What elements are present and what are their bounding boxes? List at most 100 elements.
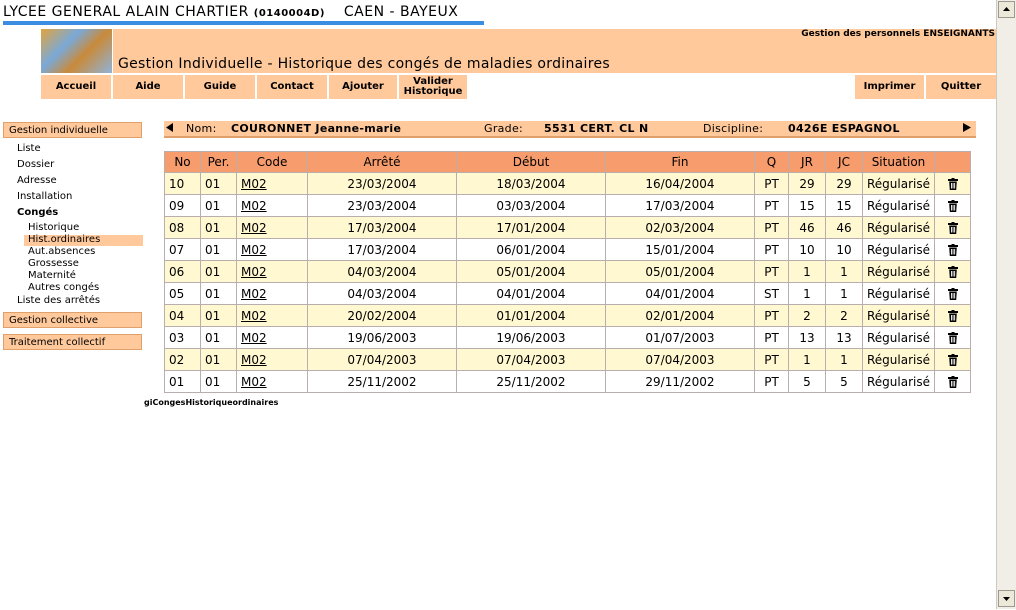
- nav-liste[interactable]: Liste: [17, 143, 41, 154]
- cell-code[interactable]: M02: [236, 260, 308, 283]
- trash-icon[interactable]: [947, 310, 958, 322]
- nav-grossesse[interactable]: Grossesse: [28, 258, 79, 269]
- cell-situation: Régularisé: [862, 304, 935, 327]
- cell-debut: 19/06/2003: [456, 326, 606, 349]
- grade-value: 5531 CERT. CL N: [544, 122, 649, 135]
- trash-icon[interactable]: [947, 376, 958, 388]
- cell-jr: 29: [788, 172, 826, 195]
- col-code: Code: [236, 151, 308, 173]
- cell-delete[interactable]: [934, 216, 971, 239]
- contact-button[interactable]: Contact: [257, 75, 327, 99]
- scroll-up-button[interactable]: [998, 1, 1015, 18]
- cell-code[interactable]: M02: [236, 304, 308, 327]
- scroll-down-button[interactable]: [998, 590, 1015, 607]
- cell-situation: Régularisé: [862, 260, 935, 283]
- cell-per: 01: [200, 260, 237, 283]
- trash-icon[interactable]: [947, 354, 958, 366]
- nav-gestion-individuelle[interactable]: Gestion individuelle: [3, 122, 142, 138]
- cell-jr: 1: [788, 348, 826, 371]
- nav-conges[interactable]: Congés: [17, 207, 58, 218]
- trash-icon[interactable]: [947, 288, 958, 300]
- cell-fin: 04/01/2004: [605, 282, 755, 305]
- nav-autres-conges[interactable]: Autres congés: [28, 282, 99, 293]
- nav-gestion-collective[interactable]: Gestion collective: [3, 312, 142, 328]
- table-header-row: No Per. Code Arrêté Début Fin Q JR JC Si…: [164, 151, 971, 173]
- cell-debut: 18/03/2004: [456, 172, 606, 195]
- trash-icon[interactable]: [947, 244, 958, 256]
- school-code: (0140004D): [253, 8, 325, 19]
- historique-label: Historique: [403, 86, 463, 97]
- nav-hist-ordinaires[interactable]: Hist.ordinaires: [28, 234, 100, 245]
- accueil-button[interactable]: Accueil: [41, 75, 111, 99]
- banner-subtitle: Gestion des personnels ENSEIGNANTS: [801, 29, 995, 39]
- trash-icon[interactable]: [947, 332, 958, 344]
- nav-dossier[interactable]: Dossier: [17, 159, 54, 170]
- nav-traitement-collectif[interactable]: Traitement collectif: [3, 334, 142, 350]
- cell-code[interactable]: M02: [236, 370, 308, 393]
- nav-adresse[interactable]: Adresse: [17, 175, 57, 186]
- trash-icon[interactable]: [947, 200, 958, 212]
- trash-icon[interactable]: [947, 222, 958, 234]
- nav-historique[interactable]: Historique: [28, 222, 79, 233]
- quitter-button[interactable]: Quitter: [926, 75, 996, 99]
- page-identifier: giCongesHistoriqueordinaires: [144, 398, 279, 407]
- nav-maternite[interactable]: Maternité: [28, 270, 76, 281]
- cell-per: 01: [200, 238, 237, 261]
- cell-jr: 5: [788, 370, 826, 393]
- trash-icon[interactable]: [947, 178, 958, 190]
- cell-situation: Régularisé: [862, 238, 935, 261]
- nav-installation[interactable]: Installation: [17, 191, 72, 202]
- cell-arrete: 17/03/2004: [307, 216, 457, 239]
- imprimer-button[interactable]: Imprimer: [855, 75, 924, 99]
- cell-jc: 2: [825, 304, 863, 327]
- cell-q: PT: [754, 194, 789, 217]
- cell-fin: 29/11/2002: [605, 370, 755, 393]
- cell-per: 01: [200, 348, 237, 371]
- valider-historique-button[interactable]: Valider Historique: [399, 75, 467, 99]
- cell-arrete: 23/03/2004: [307, 172, 457, 195]
- trash-icon[interactable]: [947, 266, 958, 278]
- cell-delete[interactable]: [934, 260, 971, 283]
- cell-delete[interactable]: [934, 348, 971, 371]
- cell-delete[interactable]: [934, 304, 971, 327]
- ajouter-button[interactable]: Ajouter: [329, 75, 397, 99]
- cell-jr: 46: [788, 216, 826, 239]
- header-photo: [41, 29, 112, 73]
- cell-no: 07: [164, 238, 201, 261]
- table-row: 04 01 M02 20/02/2004 01/01/2004 02/01/2004 PT 2…: [164, 304, 971, 327]
- cell-code[interactable]: M02: [236, 348, 308, 371]
- table-body: 10 01 M02 23/03/2004 18/03/2004 16/04/2004 PT 2…: [164, 172, 971, 393]
- cell-delete[interactable]: [934, 370, 971, 393]
- col-arrete: Arrêté: [307, 151, 457, 173]
- cell-q: PT: [754, 260, 789, 283]
- guide-button[interactable]: Guide: [185, 75, 255, 99]
- arrow-right-icon[interactable]: [963, 123, 971, 132]
- cell-no: 02: [164, 348, 201, 371]
- cell-fin: 01/07/2003: [605, 326, 755, 349]
- cell-delete[interactable]: [934, 326, 971, 349]
- cell-code[interactable]: M02: [236, 282, 308, 305]
- table-row: 08 01 M02 17/03/2004 17/01/2004 02/03/2004 PT 4…: [164, 216, 971, 239]
- nav-aut-absences[interactable]: Aut.absences: [28, 246, 95, 257]
- nav-liste-arretes[interactable]: Liste des arrêtés: [17, 295, 100, 306]
- cell-per: 01: [200, 304, 237, 327]
- vertical-scrollbar[interactable]: [996, 0, 1016, 609]
- cell-delete[interactable]: [934, 172, 971, 195]
- cell-code[interactable]: M02: [236, 194, 308, 217]
- table-row: 03 01 M02 19/06/2003 19/06/2003 01/07/2003 PT 1…: [164, 326, 971, 349]
- cell-fin: 02/03/2004: [605, 216, 755, 239]
- cell-arrete: 23/03/2004: [307, 194, 457, 217]
- cell-code[interactable]: M02: [236, 216, 308, 239]
- cell-code[interactable]: M02: [236, 326, 308, 349]
- cell-code[interactable]: M02: [236, 172, 308, 195]
- aide-button[interactable]: Aide: [113, 75, 183, 99]
- cell-delete[interactable]: [934, 238, 971, 261]
- cell-arrete: 20/02/2004: [307, 304, 457, 327]
- col-debut: Début: [456, 151, 606, 173]
- cell-delete[interactable]: [934, 282, 971, 305]
- col-fin: Fin: [605, 151, 755, 173]
- cell-code[interactable]: M02: [236, 238, 308, 261]
- arrow-left-icon[interactable]: [166, 123, 174, 132]
- cell-per: 01: [200, 194, 237, 217]
- cell-delete[interactable]: [934, 194, 971, 217]
